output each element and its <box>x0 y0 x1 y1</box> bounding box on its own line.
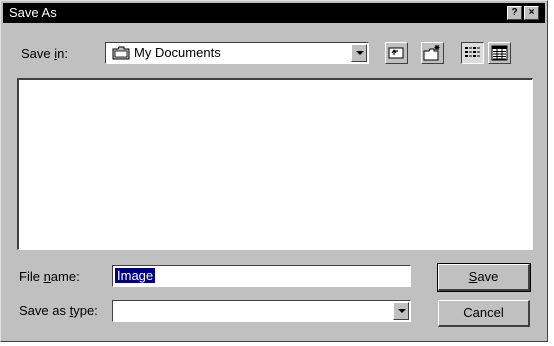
list-view-button[interactable] <box>461 42 484 64</box>
save-as-type-label-part: Save as <box>19 303 70 318</box>
list-view-icon <box>465 47 480 57</box>
save-button-label: ave <box>477 269 499 284</box>
chevron-down-icon <box>398 309 406 313</box>
up-folder-icon <box>388 47 404 59</box>
file-name-label: File name: <box>19 269 80 284</box>
save-as-type-label: Save as type: <box>19 303 98 318</box>
close-button[interactable]: × <box>524 6 539 20</box>
up-one-level-button[interactable] <box>385 42 408 64</box>
new-folder-button[interactable] <box>421 42 444 64</box>
folder-icon <box>112 46 130 60</box>
file-name-input[interactable]: Image <box>112 265 411 287</box>
help-button[interactable]: ? <box>507 6 522 20</box>
file-name-label-part: File <box>19 269 44 284</box>
save-as-type-dropdown-button[interactable] <box>393 302 409 320</box>
details-view-icon <box>491 45 508 61</box>
title-bar[interactable]: Save As ? × <box>3 3 545 23</box>
save-as-type-label-part: ype: <box>73 303 98 318</box>
save-in-label-part: n: <box>57 46 68 61</box>
cancel-button[interactable]: Cancel <box>438 300 530 327</box>
help-icon: ? <box>511 7 518 18</box>
save-as-type-dropdown[interactable] <box>112 300 411 322</box>
file-name-label-part: ame: <box>50 269 80 284</box>
details-view-button[interactable] <box>488 42 511 64</box>
dialog-title: Save As <box>9 5 57 20</box>
save-in-dropdown[interactable]: My Documents <box>105 42 369 64</box>
save-in-label: Save in: <box>21 46 68 61</box>
chevron-down-icon <box>356 51 364 55</box>
cancel-button-label: Cancel <box>463 305 504 320</box>
save-as-dialog: Save As ? × Save in: My Documents File n… <box>0 0 548 342</box>
save-button[interactable]: Save <box>437 263 531 292</box>
close-icon: × <box>528 7 535 18</box>
new-folder-icon <box>423 45 440 61</box>
save-in-label-part: Save <box>21 46 55 61</box>
save-in-dropdown-button[interactable] <box>351 44 367 62</box>
file-name-value: Image <box>115 268 156 283</box>
file-name-label-accel: n <box>43 269 51 284</box>
save-in-value: My Documents <box>134 45 221 60</box>
file-list[interactable] <box>17 78 533 250</box>
